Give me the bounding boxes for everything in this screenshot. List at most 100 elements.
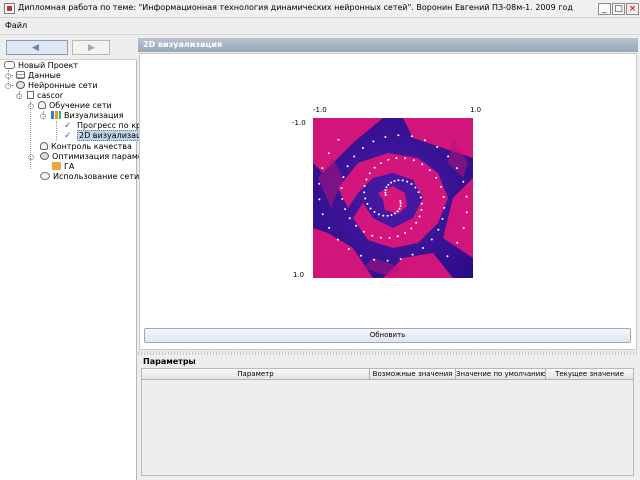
splitter-handle[interactable] bbox=[138, 351, 638, 355]
sample-point bbox=[420, 209, 423, 211]
sample-point bbox=[382, 214, 385, 217]
expander-icon[interactable]: ○- bbox=[5, 71, 14, 81]
expander-icon[interactable]: ○ bbox=[28, 152, 34, 162]
sample-point bbox=[365, 178, 368, 181]
person-icon bbox=[40, 142, 48, 150]
forward-button[interactable]: ▶ bbox=[72, 40, 110, 55]
sample-point bbox=[340, 187, 343, 190]
back-button[interactable]: ◀ bbox=[6, 40, 68, 55]
col-header-current[interactable]: Текущее значение bbox=[546, 369, 633, 380]
sample-point bbox=[428, 169, 431, 172]
sample-point bbox=[441, 217, 444, 220]
sample-point bbox=[399, 202, 402, 205]
person-icon bbox=[38, 101, 46, 109]
tree-label-selected: 2D визуализац bbox=[77, 130, 144, 141]
tree-item-optimization[interactable]: Оптимизация параме bbox=[40, 152, 143, 162]
chart-icon bbox=[51, 111, 61, 119]
sample-point bbox=[379, 236, 382, 239]
sample-point bbox=[328, 226, 331, 229]
sample-point bbox=[347, 248, 350, 250]
sample-point bbox=[397, 179, 400, 182]
sample-point bbox=[404, 157, 407, 160]
sample-point bbox=[446, 255, 449, 258]
sample-point bbox=[344, 208, 347, 211]
tree-item-quality[interactable]: Контроль качества bbox=[40, 142, 132, 152]
sample-point bbox=[447, 155, 450, 158]
tree-item-usage[interactable]: Использование сети bbox=[40, 172, 139, 182]
sample-point bbox=[421, 163, 424, 166]
sample-point bbox=[393, 180, 396, 182]
sample-point bbox=[364, 197, 367, 200]
sample-point bbox=[318, 182, 321, 185]
project-icon bbox=[4, 61, 15, 69]
sample-point bbox=[430, 238, 433, 241]
tree-item-data[interactable]: Данные bbox=[16, 71, 61, 81]
tree-item-visualization[interactable]: Визуализация bbox=[51, 111, 124, 121]
tree-label: Нейронные сети bbox=[28, 81, 98, 90]
sample-point bbox=[355, 224, 358, 227]
sample-point bbox=[420, 202, 423, 205]
sample-point bbox=[418, 215, 421, 218]
x-min-label: -1.0 bbox=[313, 106, 327, 114]
arrow-right-icon: ▶ bbox=[88, 43, 95, 53]
maximize-button[interactable]: □ bbox=[612, 3, 625, 15]
menu-file[interactable]: Файл bbox=[5, 21, 27, 30]
col-header-param[interactable]: Параметр bbox=[142, 369, 370, 380]
params-table: Параметр Возможные значения Значение по … bbox=[141, 368, 634, 476]
col-header-possible[interactable]: Возможные значения bbox=[370, 369, 456, 380]
expander-icon[interactable]: ○ bbox=[40, 111, 46, 121]
sample-point bbox=[361, 147, 364, 149]
x-max-label: 1.0 bbox=[470, 106, 482, 114]
minimize-button[interactable]: _ bbox=[598, 3, 611, 15]
sample-point bbox=[386, 214, 389, 217]
network-icon bbox=[16, 81, 25, 89]
sample-point bbox=[399, 205, 402, 207]
sample-point bbox=[318, 198, 321, 201]
sample-point bbox=[362, 230, 365, 233]
window-title: Дипломная работа по теме: "Информационна… bbox=[18, 3, 573, 12]
tree-item-networks[interactable]: Нейронные сети bbox=[16, 81, 98, 91]
sample-point bbox=[337, 138, 340, 141]
sample-point bbox=[372, 140, 375, 143]
sample-point bbox=[397, 134, 400, 137]
sample-point bbox=[410, 227, 413, 230]
expander-icon[interactable]: ○ bbox=[16, 91, 22, 101]
tree-item-project[interactable]: Новый Проект bbox=[4, 61, 78, 71]
tree-label: Оптимизация параме bbox=[52, 152, 143, 161]
refresh-button[interactable]: Обновить bbox=[144, 328, 631, 343]
sample-point bbox=[342, 176, 345, 179]
tree-item-ga[interactable]: ГА bbox=[52, 162, 74, 172]
folder-icon bbox=[52, 162, 61, 170]
title-bar: Дипломная работа по теме: "Информационна… bbox=[0, 0, 640, 18]
sample-point bbox=[353, 155, 356, 158]
tree-item-cascor[interactable]: cascor bbox=[27, 91, 63, 101]
sample-point bbox=[456, 241, 459, 244]
tree-label: Данные bbox=[28, 71, 61, 80]
params-title: Параметры bbox=[143, 357, 196, 366]
sample-point bbox=[373, 166, 376, 169]
close-button[interactable]: × bbox=[626, 3, 639, 15]
tree-item-training[interactable]: Обучение сети bbox=[38, 101, 112, 111]
sample-point bbox=[321, 213, 324, 216]
sample-point bbox=[388, 236, 391, 239]
col-header-default[interactable]: Значение по умолчанию bbox=[456, 369, 546, 380]
sample-point bbox=[465, 211, 468, 214]
sample-point bbox=[422, 247, 425, 249]
sample-point bbox=[360, 254, 363, 257]
sample-point bbox=[386, 259, 389, 262]
sample-point bbox=[406, 180, 409, 183]
sample-point bbox=[368, 172, 371, 175]
visualization-area: -1.0 1.0 -1.0 1.0 Обновить bbox=[139, 53, 637, 350]
sample-point bbox=[387, 158, 390, 161]
sample-point bbox=[390, 214, 393, 216]
sample-point bbox=[327, 152, 330, 155]
visualization-header: 2D визуализация bbox=[138, 38, 638, 52]
panel-title: 2D визуализация bbox=[143, 40, 223, 49]
menu-bar: Файл bbox=[0, 19, 640, 35]
sample-point bbox=[395, 157, 398, 160]
document-icon bbox=[27, 91, 34, 99]
sample-point bbox=[363, 191, 366, 194]
expander-icon[interactable]: ○- bbox=[5, 81, 14, 91]
expander-icon[interactable]: ○ bbox=[28, 101, 34, 111]
tree-item-2d-visualization[interactable]: ✓ 2D визуализац bbox=[64, 130, 144, 141]
